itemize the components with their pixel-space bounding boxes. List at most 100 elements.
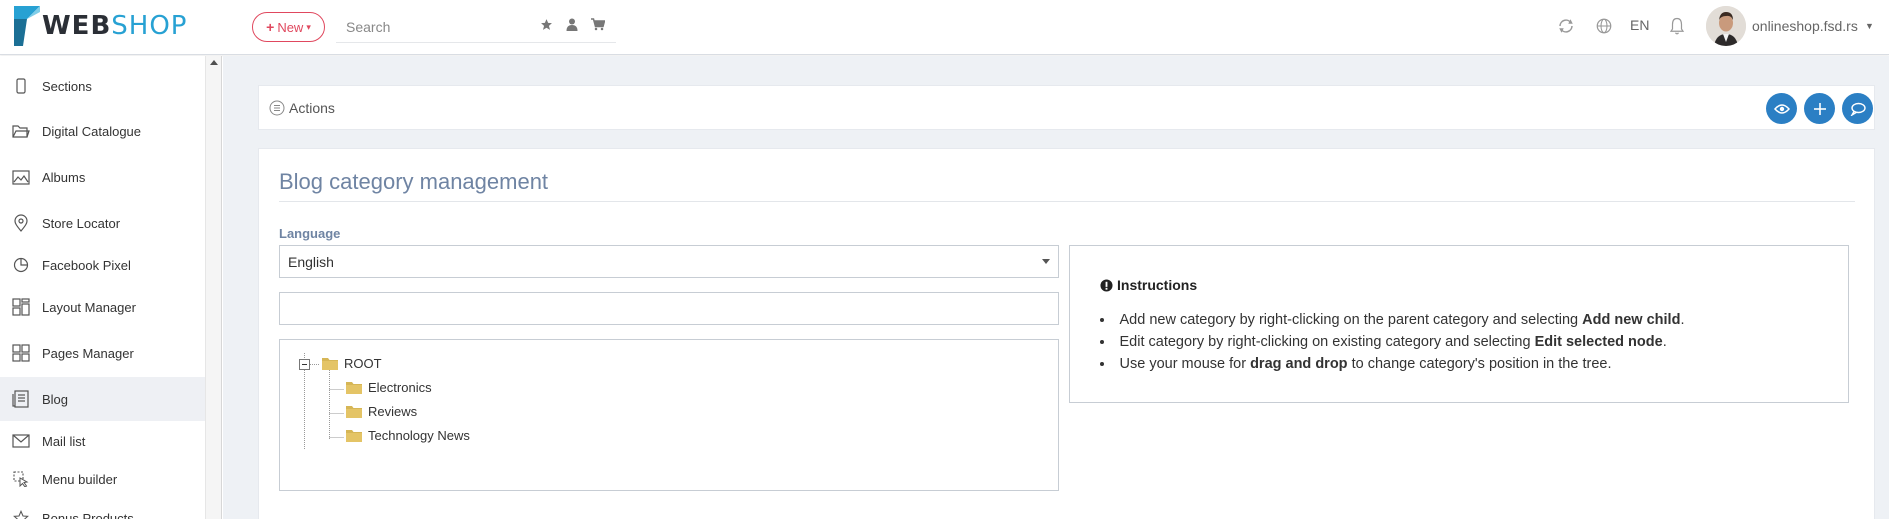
- instructions-list: Add new category by right-clicking on th…: [1100, 309, 1685, 375]
- sidebar-item-pages-manager[interactable]: Pages Manager: [0, 331, 205, 375]
- logo-word-shop: SHOP: [111, 11, 188, 41]
- sidebar-item-menu-builder[interactable]: Menu builder: [0, 457, 205, 501]
- logo-word-web: WEB: [42, 11, 112, 41]
- sidebar-item-label: Facebook Pixel: [42, 257, 131, 273]
- language-label: Language: [279, 226, 341, 241]
- collapse-toggle-icon[interactable]: [299, 359, 310, 370]
- sidebar-item-label: Layout Manager: [42, 299, 136, 315]
- instructions-title: Instructions: [1117, 277, 1198, 293]
- sidebar-item-label: Bonus Products: [42, 510, 134, 519]
- title-divider: [279, 201, 1855, 202]
- exclamation-circle-icon: [1100, 278, 1113, 292]
- plus-icon: +: [266, 19, 275, 35]
- avatar[interactable]: [1706, 6, 1746, 46]
- language-select[interactable]: English: [279, 245, 1059, 278]
- instruction-emphasis: drag and drop: [1250, 356, 1348, 372]
- folder-open-icon: [11, 121, 31, 141]
- main-content: Actions Blog category management Languag…: [223, 56, 1889, 519]
- globe-icon[interactable]: [1594, 16, 1614, 36]
- preview-button[interactable]: [1766, 93, 1797, 124]
- sidebar-item-label: Digital Catalogue: [42, 123, 142, 139]
- sidebar: Sections Digital Catalogue Albums Store …: [0, 56, 205, 519]
- tree-node-reviews[interactable]: Reviews: [346, 404, 417, 419]
- list-icon: [269, 100, 285, 116]
- instructions-box: Instructions Add new category by right-c…: [1069, 245, 1849, 403]
- comment-icon: [1850, 102, 1866, 116]
- tree-node-technology-news[interactable]: Technology News: [346, 428, 470, 443]
- map-pin-icon: [11, 213, 31, 233]
- cart-icon[interactable]: [590, 16, 606, 32]
- category-tree: ROOT Electronics Reviews Technology News: [279, 339, 1059, 491]
- envelope-icon: [11, 431, 31, 451]
- actions-bar: Actions: [258, 85, 1875, 130]
- instruction-text: Use your mouse for: [1119, 356, 1251, 372]
- instruction-text: Add new category by right-clicking on th…: [1119, 312, 1583, 328]
- sidebar-item-label: Blog: [42, 391, 69, 407]
- logo-text: WEBSHOP: [42, 11, 187, 41]
- star-icon: [11, 508, 31, 519]
- comment-button[interactable]: [1842, 93, 1873, 124]
- sidebar-item-bonus-products[interactable]: Bonus Products: [0, 496, 205, 519]
- instruction-text-end: to change category's position in the tre…: [1347, 356, 1612, 372]
- chevron-down-icon: ▾: [306, 21, 311, 32]
- bell-icon[interactable]: [1667, 16, 1687, 36]
- page-title: Blog category management: [279, 169, 549, 194]
- folder-icon: [346, 382, 362, 394]
- chevron-down-icon[interactable]: ▼: [1865, 21, 1874, 31]
- scroll-up-arrow-icon[interactable]: [210, 60, 218, 65]
- user-portrait-icon: [1706, 6, 1746, 46]
- tree-node-label: Technology News: [368, 428, 470, 443]
- language-select-value: English: [288, 253, 334, 270]
- tree-search-input[interactable]: [279, 292, 1059, 325]
- mobile-icon: [11, 76, 31, 96]
- pointer-icon: [11, 469, 31, 489]
- top-header: WEBSHOP + New ▾ EN onlineshop.fsd.rs ▼: [0, 0, 1889, 55]
- sidebar-item-label: Sections: [42, 78, 92, 94]
- add-button[interactable]: [1804, 93, 1835, 124]
- sidebar-item-label: Mail list: [42, 433, 86, 449]
- instruction-text: Edit category by right-clicking on exist…: [1119, 334, 1535, 350]
- sidebar-item-label: Menu builder: [42, 471, 118, 487]
- instruction-emphasis: Edit selected node: [1534, 334, 1663, 350]
- tree-node-label: Electronics: [368, 380, 432, 395]
- user-icon[interactable]: [564, 16, 580, 32]
- tree-node-electronics[interactable]: Electronics: [346, 380, 432, 395]
- tree-node-label: ROOT: [344, 356, 382, 371]
- star-icon[interactable]: [538, 16, 554, 32]
- pie-chart-icon: [11, 255, 31, 275]
- blog-icon: [11, 389, 31, 409]
- instruction-item: Add new category by right-clicking on th…: [1100, 309, 1685, 331]
- new-button[interactable]: + New ▾: [252, 12, 325, 42]
- search-input[interactable]: [346, 16, 536, 38]
- sidebar-item-digital-catalogue[interactable]: Digital Catalogue: [0, 109, 205, 153]
- sidebar-item-blog[interactable]: Blog: [0, 377, 205, 421]
- instruction-item: Edit category by right-clicking on exist…: [1100, 331, 1684, 353]
- instruction-text-end: .: [1662, 334, 1667, 350]
- tree-node-label: Reviews: [368, 404, 418, 419]
- sidebar-item-store-locator[interactable]: Store Locator: [0, 201, 205, 245]
- layout-icon: [11, 297, 31, 317]
- refresh-icon[interactable]: [1556, 16, 1576, 36]
- new-button-label: New: [277, 19, 304, 35]
- actions-label: Actions: [289, 100, 335, 116]
- tree-node-root[interactable]: ROOT: [322, 356, 382, 371]
- language-switcher[interactable]: EN: [1630, 17, 1649, 33]
- folder-icon: [346, 406, 362, 418]
- user-name[interactable]: onlineshop.fsd.rs: [1752, 18, 1858, 34]
- folder-icon: [346, 430, 362, 442]
- sidebar-item-layout-manager[interactable]: Layout Manager: [0, 285, 205, 329]
- sidebar-item-albums[interactable]: Albums: [0, 155, 205, 199]
- webshop-logo[interactable]: WEBSHOP: [14, 6, 187, 46]
- sidebar-item-sections[interactable]: Sections: [0, 64, 205, 108]
- image-icon: [11, 167, 31, 187]
- instruction-text-end: .: [1680, 312, 1685, 328]
- sidebar-scrollbar[interactable]: [205, 56, 222, 519]
- webshop-logo-mark-icon: [14, 6, 40, 46]
- instruction-item: Use your mouse for drag and drop to chan…: [1100, 353, 1684, 375]
- sidebar-item-label: Store Locator: [42, 215, 121, 231]
- instruction-emphasis: Add new child: [1582, 312, 1681, 328]
- sidebar-item-facebook-pixel[interactable]: Facebook Pixel: [0, 243, 205, 287]
- actions-menu[interactable]: Actions: [269, 100, 335, 116]
- eye-icon: [1773, 103, 1790, 114]
- sidebar-item-label: Pages Manager: [42, 345, 134, 361]
